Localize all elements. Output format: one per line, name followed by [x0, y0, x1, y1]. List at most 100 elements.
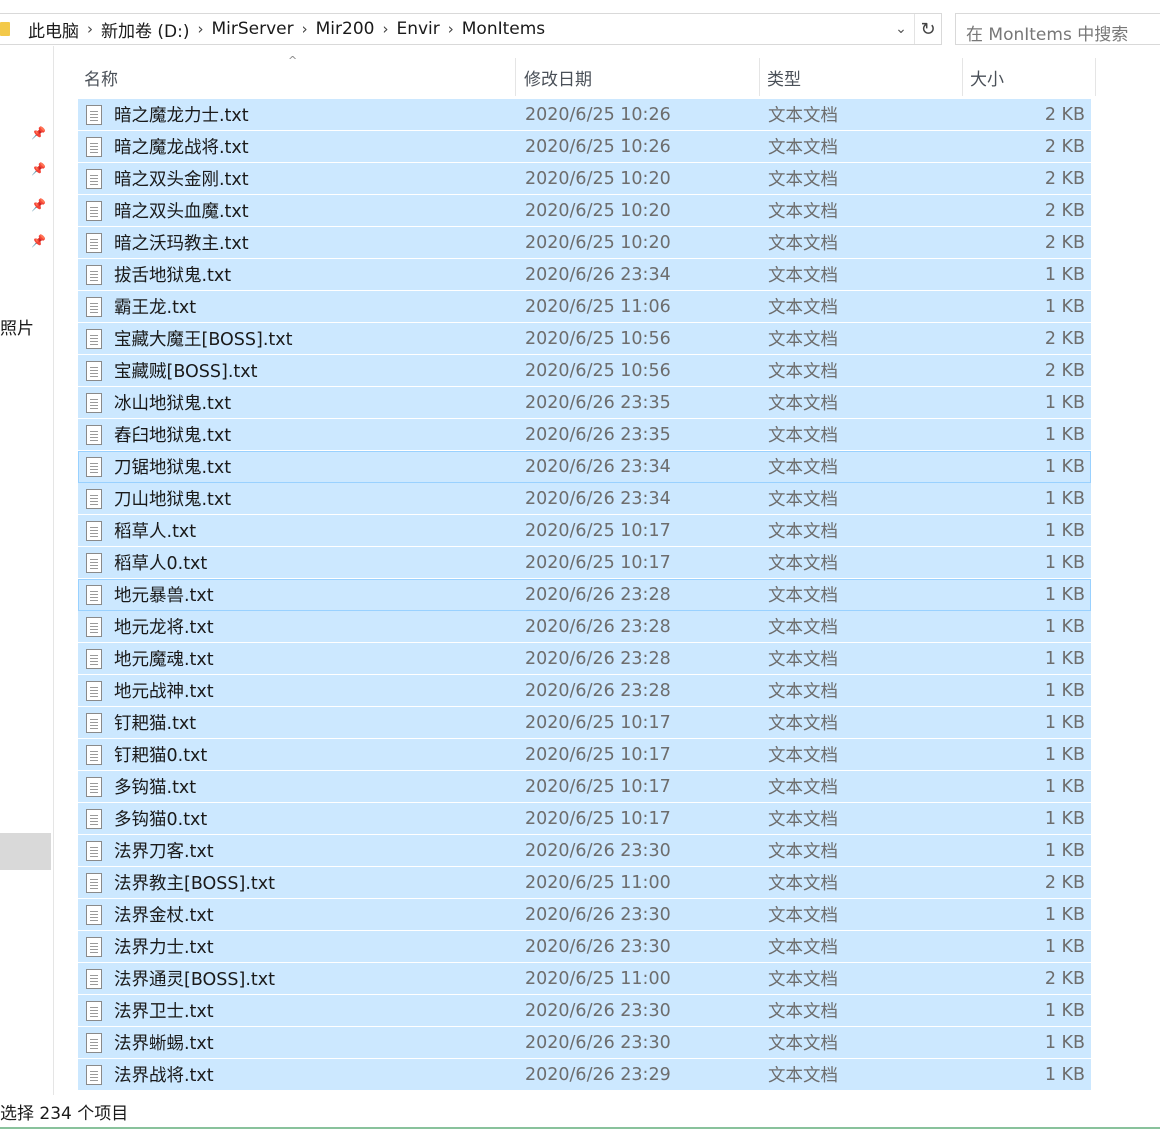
pin-icon[interactable]: 📌: [31, 234, 46, 248]
file-name-cell[interactable]: 法界刀客.txt: [86, 838, 214, 863]
breadcrumb-mirserver[interactable]: MirServer: [212, 19, 294, 39]
file-name-cell[interactable]: 法界力士.txt: [86, 934, 214, 959]
file-name-cell[interactable]: 法界卫士.txt: [86, 998, 214, 1023]
file-row[interactable]: 法界卫士.txt 2020/6/26 23:30 文本文档 1 KB: [78, 995, 1091, 1027]
chevron-right-icon[interactable]: ›: [302, 20, 308, 38]
column-header-size[interactable]: 大小: [964, 58, 1096, 96]
file-date: 2020/6/26 23:35: [525, 392, 671, 413]
file-name-cell[interactable]: 法界蜥蜴.txt: [86, 1030, 214, 1055]
file-row[interactable]: 多钩猫.txt 2020/6/25 10:17 文本文档 1 KB: [78, 771, 1091, 803]
file-type: 文本文档: [768, 234, 838, 254]
address-bar[interactable]: 此电脑 › 新加卷 (D:) › MirServer › Mir200 › En…: [0, 13, 942, 45]
file-row[interactable]: 舂臼地狱鬼.txt 2020/6/26 23:35 文本文档 1 KB: [78, 419, 1091, 451]
file-row[interactable]: 稻草人0.txt 2020/6/25 10:17 文本文档 1 KB: [78, 547, 1091, 579]
file-row[interactable]: 法界蜥蜴.txt 2020/6/26 23:30 文本文档 1 KB: [78, 1027, 1091, 1059]
file-name-cell[interactable]: 法界教主[BOSS].txt: [86, 870, 275, 895]
file-name-cell[interactable]: 刀山地狱鬼.txt: [86, 486, 231, 511]
file-name-cell[interactable]: 钉耙猫.txt: [86, 710, 196, 735]
file-row[interactable]: 冰山地狱鬼.txt 2020/6/26 23:35 文本文档 1 KB: [78, 387, 1091, 419]
file-name-cell[interactable]: 暗之沃玛教主.txt: [86, 230, 249, 255]
file-name-cell[interactable]: 地元龙将.txt: [86, 614, 214, 639]
pin-icon[interactable]: 📌: [31, 126, 46, 140]
file-row[interactable]: 宝藏贼[BOSS].txt 2020/6/25 10:56 文本文档 2 KB: [78, 355, 1091, 387]
chevron-right-icon[interactable]: ›: [382, 20, 388, 38]
file-name-cell[interactable]: 冰山地狱鬼.txt: [86, 390, 231, 415]
file-name-cell[interactable]: 稻草人0.txt: [86, 550, 207, 575]
file-name-cell[interactable]: 法界通灵[BOSS].txt: [86, 966, 275, 991]
file-name-cell[interactable]: 刀锯地狱鬼.txt: [86, 454, 231, 479]
file-size: 1 KB: [1044, 744, 1085, 765]
chevron-right-icon[interactable]: ›: [448, 20, 454, 38]
column-header-type[interactable]: 类型: [761, 58, 963, 96]
file-size: 1 KB: [1044, 840, 1085, 861]
file-row[interactable]: 霸王龙.txt 2020/6/25 11:06 文本文档 1 KB: [78, 291, 1091, 323]
file-name-cell[interactable]: 地元暴兽.txt: [86, 582, 214, 607]
file-row[interactable]: 暗之双头金刚.txt 2020/6/25 10:20 文本文档 2 KB: [78, 163, 1091, 195]
file-name-cell[interactable]: 多钩猫0.txt: [86, 806, 207, 831]
file-name-cell[interactable]: 钉耙猫0.txt: [86, 742, 207, 767]
file-row[interactable]: 钉耙猫.txt 2020/6/25 10:17 文本文档 1 KB: [78, 707, 1091, 739]
file-row[interactable]: 地元战神.txt 2020/6/26 23:28 文本文档 1 KB: [78, 675, 1091, 707]
file-row[interactable]: 法界教主[BOSS].txt 2020/6/25 11:00 文本文档 2 KB: [78, 867, 1091, 899]
file-row[interactable]: 刀山地狱鬼.txt 2020/6/26 23:34 文本文档 1 KB: [78, 483, 1091, 515]
file-row[interactable]: 暗之沃玛教主.txt 2020/6/25 10:20 文本文档 2 KB: [78, 227, 1091, 259]
file-row[interactable]: 法界通灵[BOSS].txt 2020/6/25 11:00 文本文档 2 KB: [78, 963, 1091, 995]
file-row[interactable]: 刀锯地狱鬼.txt 2020/6/26 23:34 文本文档 1 KB: [78, 451, 1091, 483]
file-name: 多钩猫0.txt: [114, 810, 208, 830]
file-row[interactable]: 钉耙猫0.txt 2020/6/25 10:17 文本文档 1 KB: [78, 739, 1091, 771]
file-name-cell[interactable]: 稻草人.txt: [86, 518, 196, 543]
file-name-cell[interactable]: 拔舌地狱鬼.txt: [86, 262, 231, 287]
chevron-right-icon[interactable]: ›: [87, 20, 93, 38]
file-name-cell[interactable]: 地元魔魂.txt: [86, 646, 214, 671]
file-row[interactable]: 暗之魔龙战将.txt 2020/6/25 10:26 文本文档 2 KB: [78, 131, 1091, 163]
text-file-icon: [86, 520, 102, 541]
file-name-cell[interactable]: 法界金杖.txt: [86, 902, 214, 927]
breadcrumb-mir200[interactable]: Mir200: [316, 19, 375, 39]
text-file-icon: [86, 616, 102, 637]
column-header-name[interactable]: 名称: [78, 58, 516, 96]
file-name-cell[interactable]: 宝藏大魔王[BOSS].txt: [86, 326, 293, 351]
file-name-cell[interactable]: 霸王龙.txt: [86, 294, 196, 319]
file-name-cell[interactable]: 法界战将.txt: [86, 1062, 214, 1087]
chevron-right-icon[interactable]: ›: [198, 20, 204, 38]
refresh-icon[interactable]: ↻: [914, 14, 941, 44]
breadcrumb-this-pc[interactable]: 此电脑: [28, 17, 79, 42]
nav-item-photos[interactable]: 照片: [0, 314, 34, 339]
file-row[interactable]: 法界力士.txt 2020/6/26 23:30 文本文档 1 KB: [78, 931, 1091, 963]
file-size: 1 KB: [1044, 936, 1085, 957]
file-row[interactable]: 多钩猫0.txt 2020/6/25 10:17 文本文档 1 KB: [78, 803, 1091, 835]
breadcrumb-drive-d[interactable]: 新加卷 (D:): [101, 17, 190, 42]
column-header-date[interactable]: 修改日期: [518, 58, 760, 96]
file-name-cell[interactable]: 暗之魔龙力士.txt: [86, 102, 249, 127]
file-row[interactable]: 地元魔魂.txt 2020/6/26 23:28 文本文档 1 KB: [78, 643, 1091, 675]
file-size: 1 KB: [1044, 712, 1085, 733]
search-input[interactable]: 在 MonItems 中搜索: [955, 13, 1160, 45]
file-row[interactable]: 拔舌地狱鬼.txt 2020/6/26 23:34 文本文档 1 KB: [78, 259, 1091, 291]
file-name-cell[interactable]: 暗之双头血魔.txt: [86, 198, 249, 223]
breadcrumb-monitems[interactable]: MonItems: [462, 19, 545, 39]
file-name: 法界卫士.txt: [114, 1002, 214, 1022]
file-date: 2020/6/26 23:28: [525, 648, 671, 669]
pin-icon[interactable]: 📌: [31, 198, 46, 212]
file-row[interactable]: 宝藏大魔王[BOSS].txt 2020/6/25 10:56 文本文档 2 KB: [78, 323, 1091, 355]
file-name-cell[interactable]: 暗之双头金刚.txt: [86, 166, 249, 191]
file-row[interactable]: 地元龙将.txt 2020/6/26 23:28 文本文档 1 KB: [78, 611, 1091, 643]
nav-scrollbar-thumb[interactable]: [0, 833, 51, 870]
file-row[interactable]: 稻草人.txt 2020/6/25 10:17 文本文档 1 KB: [78, 515, 1091, 547]
file-row[interactable]: 暗之双头血魔.txt 2020/6/25 10:20 文本文档 2 KB: [78, 195, 1091, 227]
file-row[interactable]: 法界金杖.txt 2020/6/26 23:30 文本文档 1 KB: [78, 899, 1091, 931]
file-name-cell[interactable]: 宝藏贼[BOSS].txt: [86, 358, 258, 383]
file-name-cell[interactable]: 地元战神.txt: [86, 678, 214, 703]
file-name-cell[interactable]: 舂臼地狱鬼.txt: [86, 422, 231, 447]
file-row[interactable]: 法界战将.txt 2020/6/26 23:29 文本文档 1 KB: [78, 1059, 1091, 1091]
window-bottom-border: [0, 1127, 1160, 1129]
pin-icon[interactable]: 📌: [31, 162, 46, 176]
file-row[interactable]: 暗之魔龙力士.txt 2020/6/25 10:26 文本文档 2 KB: [78, 99, 1091, 131]
file-row[interactable]: 法界刀客.txt 2020/6/26 23:30 文本文档 1 KB: [78, 835, 1091, 867]
chevron-down-icon[interactable]: ⌄: [888, 21, 914, 37]
file-name-cell[interactable]: 暗之魔龙战将.txt: [86, 134, 249, 159]
file-row[interactable]: 地元暴兽.txt 2020/6/26 23:28 文本文档 1 KB: [78, 579, 1091, 611]
breadcrumb-envir[interactable]: Envir: [396, 19, 439, 39]
file-name: 法界金杖.txt: [114, 906, 214, 926]
file-name-cell[interactable]: 多钩猫.txt: [86, 774, 196, 799]
